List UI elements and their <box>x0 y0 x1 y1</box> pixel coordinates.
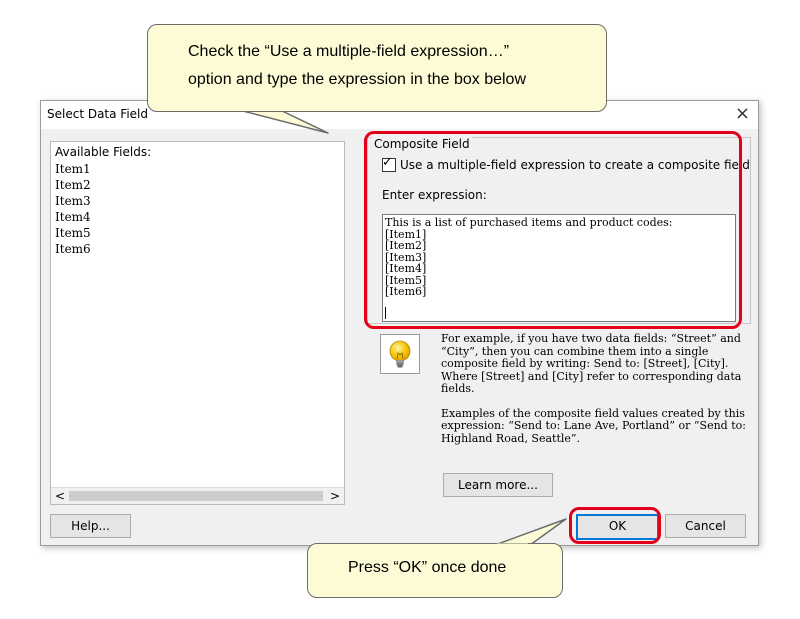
horizontal-scrollbar[interactable]: < > <box>51 487 344 504</box>
available-fields-header: Available Fields: <box>55 145 152 159</box>
scroll-left-icon[interactable]: < <box>53 488 67 504</box>
learn-more-button[interactable]: Learn more... <box>443 473 553 497</box>
list-item[interactable]: Item2 <box>55 178 91 192</box>
hint-paragraph-2: Examples of the composite field values c… <box>441 406 746 445</box>
list-item[interactable]: Item3 <box>55 194 91 208</box>
scrollbar-thumb[interactable] <box>69 491 323 501</box>
callout-top-line-1: Check the “Use a multiple-field expressi… <box>188 43 510 60</box>
dialog-title: Select Data Field <box>47 107 148 121</box>
help-button[interactable]: Help... <box>50 514 131 538</box>
list-item[interactable]: Item1 <box>55 162 91 176</box>
list-item[interactable]: Item5 <box>55 226 91 240</box>
scroll-right-icon[interactable]: > <box>328 488 342 504</box>
close-icon[interactable]: × <box>735 103 750 124</box>
list-item[interactable]: Item4 <box>55 210 91 224</box>
lightbulb-icon <box>380 334 420 374</box>
hint-paragraph-1: For example, if you have two data fields… <box>441 332 742 395</box>
available-fields-list[interactable]: Available Fields: Item1 Item2 Item3 Item… <box>50 141 345 505</box>
hint-text: For example, if you have two data fields… <box>441 332 751 457</box>
callout-top-line-2: option and type the expression in the bo… <box>188 71 527 88</box>
instruction-callout-bottom: Press “OK” once done <box>307 543 563 598</box>
list-item[interactable]: Item6 <box>55 242 91 256</box>
composite-field-highlight <box>364 131 742 329</box>
cancel-button[interactable]: Cancel <box>665 514 746 538</box>
callout-bottom-text: Press “OK” once done <box>348 559 507 576</box>
ok-button-highlight <box>569 507 661 544</box>
instruction-callout-top: Check the “Use a multiple-field expressi… <box>147 24 607 112</box>
